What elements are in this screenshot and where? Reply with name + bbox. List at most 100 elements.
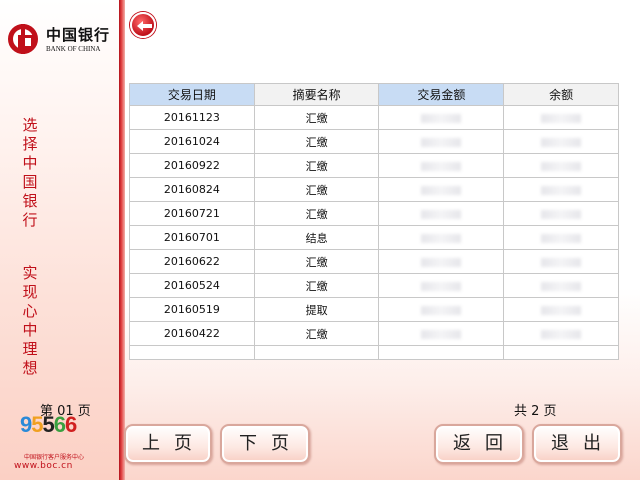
prev-page-button[interactable]: 上页	[124, 424, 212, 464]
cell-summary: 汇缴	[253, 129, 380, 154]
cell-balance-masked	[503, 321, 619, 346]
column-header-date: 交易日期	[129, 83, 255, 106]
cell-balance-masked	[503, 201, 619, 226]
exit-button[interactable]: 退出	[532, 424, 622, 464]
filler-cell	[378, 345, 505, 360]
redacted-value	[541, 281, 582, 291]
cell-amount-masked	[378, 225, 505, 250]
redacted-value	[421, 137, 462, 147]
cell-date: 20160824	[129, 177, 255, 202]
cell-summary: 提取	[253, 297, 380, 322]
back-button[interactable]: 返回	[434, 424, 524, 464]
redacted-value	[421, 185, 462, 195]
column-header-amount: 交易金额	[378, 83, 505, 106]
redacted-value	[421, 113, 462, 123]
cell-date: 20160721	[129, 201, 255, 226]
redacted-value	[541, 233, 582, 243]
cell-summary: 结息	[253, 225, 380, 250]
table-row: 20160622 汇缴	[129, 249, 619, 274]
column-header-balance: 余额	[503, 83, 619, 106]
redacted-value	[541, 209, 582, 219]
cell-summary: 汇缴	[253, 177, 380, 202]
cell-summary: 汇缴	[253, 249, 380, 274]
cell-summary: 汇缴	[253, 321, 380, 346]
redacted-value	[541, 113, 582, 123]
cell-balance-masked	[503, 225, 619, 250]
next-page-button[interactable]: 下页	[220, 424, 310, 464]
cell-amount-masked	[378, 129, 505, 154]
hotline-digit: 5	[42, 412, 55, 437]
table-row: 20160422 汇缴	[129, 321, 619, 346]
table-row: 20160721 汇缴	[129, 201, 619, 226]
cell-amount-masked	[378, 249, 505, 274]
slogan-char: 实	[22, 264, 38, 282]
cell-summary: 汇缴	[253, 273, 380, 298]
redacted-value	[541, 305, 582, 315]
cell-date: 20160422	[129, 321, 255, 346]
table-row: 20161123 汇缴	[129, 105, 619, 130]
redacted-value	[541, 161, 582, 171]
cell-amount-masked	[378, 177, 505, 202]
cell-balance-masked	[503, 273, 619, 298]
redacted-value	[421, 281, 462, 291]
cell-summary: 汇缴	[253, 153, 380, 178]
cell-amount-masked	[378, 321, 505, 346]
cell-balance-masked	[503, 153, 619, 178]
table-row: 20161024 汇缴	[129, 129, 619, 154]
hotline-digits: 95566	[20, 412, 77, 438]
redacted-value	[421, 257, 462, 267]
cell-amount-masked	[378, 105, 505, 130]
slogan-char: 国	[22, 173, 38, 191]
slogan-char: 银	[22, 192, 38, 210]
slogan-char: 行	[22, 211, 38, 229]
redacted-value	[421, 329, 462, 339]
cell-date: 20160622	[129, 249, 255, 274]
table-row: 20160519 提取	[129, 297, 619, 322]
hotline-95566-logo: 95566	[20, 412, 110, 448]
slogan-char: 中	[22, 321, 38, 339]
cell-date: 20160524	[129, 273, 255, 298]
redacted-value	[541, 137, 582, 147]
bank-logo: 中国银行 BANK OF CHINA	[8, 24, 114, 58]
cell-balance-masked	[503, 249, 619, 274]
total-pages-indicator: 共 2 页	[514, 404, 557, 419]
pointing-hand-icon	[137, 21, 152, 31]
cell-date: 20160922	[129, 153, 255, 178]
cell-amount-masked	[378, 153, 505, 178]
website-url: www.boc.cn	[14, 461, 73, 471]
slogan-char: 选	[22, 116, 38, 134]
hotline-caption: 中国银行客户服务中心	[24, 454, 85, 461]
logo-name-cn: 中国银行	[46, 26, 111, 44]
table-filler-row	[129, 345, 619, 360]
cell-balance-masked	[503, 129, 619, 154]
table-header-row: 交易日期 摘要名称 交易金额 余额	[129, 83, 619, 106]
cell-balance-masked	[503, 297, 619, 322]
slogan-line-1: 选 择 中 国 银 行	[20, 116, 40, 230]
column-header-summary: 摘要名称	[253, 83, 380, 106]
table-row: 20160922 汇缴	[129, 153, 619, 178]
hotline-digit: 6	[65, 412, 77, 437]
redacted-value	[421, 209, 462, 219]
cell-amount-masked	[378, 273, 505, 298]
back-arrow-icon[interactable]	[130, 12, 156, 38]
slogan-char: 择	[22, 135, 38, 153]
slogan-char: 想	[22, 359, 38, 377]
redacted-value	[541, 257, 582, 267]
cell-amount-masked	[378, 297, 505, 322]
table-row: 20160701 结息	[129, 225, 619, 250]
cell-amount-masked	[378, 201, 505, 226]
slogan-line-2: 实 现 心 中 理 想	[20, 264, 40, 378]
cell-summary: 汇缴	[253, 201, 380, 226]
redacted-value	[421, 233, 462, 243]
slogan-char: 中	[22, 154, 38, 172]
filler-cell	[129, 345, 255, 360]
cell-date: 20161123	[129, 105, 255, 130]
cell-date: 20160701	[129, 225, 255, 250]
redacted-value	[541, 329, 582, 339]
cell-date: 20160519	[129, 297, 255, 322]
redacted-value	[541, 185, 582, 195]
hotline-digit: 9	[20, 412, 32, 437]
filler-cell	[503, 345, 619, 360]
redacted-value	[421, 161, 462, 171]
cell-balance-masked	[503, 105, 619, 130]
